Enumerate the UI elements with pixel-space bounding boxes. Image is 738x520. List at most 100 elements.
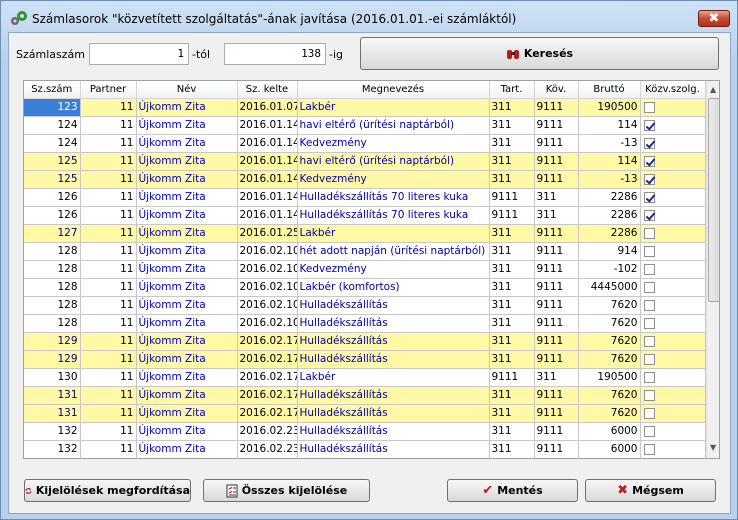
cell-kov: 9111: [534, 224, 579, 243]
invoice-lines-grid[interactable]: Sz.szám Partner Név Sz. kelte Megnevezés Tart…: [23, 80, 720, 459]
table-row[interactable]: 132 11 Újkomm Zita 2016.02.23 Hulladékszállí…: [24, 440, 706, 458]
column-header[interactable]: Köv.: [534, 81, 579, 99]
binoculars-icon: [506, 49, 519, 59]
close-button[interactable]: ✖: [698, 10, 730, 27]
cell-szam: 125: [24, 170, 81, 189]
cell-tart: 311: [489, 422, 535, 441]
cell-megn: Lakbér (komfortos): [297, 278, 490, 297]
column-header[interactable]: Sz. kelte: [237, 81, 298, 99]
service-checkbox[interactable]: [643, 407, 655, 419]
cell-megn: Kedvezmény: [297, 134, 490, 153]
service-checkbox[interactable]: [643, 137, 655, 149]
column-header[interactable]: Tart.: [489, 81, 535, 99]
table-row[interactable]: 128 11 Újkomm Zita 2016.02.10 Hulladékszállí…: [24, 314, 706, 333]
table-row[interactable]: 129 11 Újkomm Zita 2016.02.17 Hulladékszállí…: [24, 332, 706, 351]
service-checkbox[interactable]: [643, 389, 655, 401]
service-checkbox[interactable]: [643, 281, 655, 293]
table-row[interactable]: 128 11 Újkomm Zita 2016.02.10 hét adott napj…: [24, 242, 706, 261]
service-checkbox[interactable]: [643, 299, 655, 311]
cell-kelte: 2016.02.17: [237, 386, 298, 405]
service-checkbox[interactable]: [643, 155, 655, 167]
table-row[interactable]: 125 11 Újkomm Zita 2016.01.14 havi eltérő (ü…: [24, 152, 706, 171]
cell-kov: 9111: [534, 242, 579, 261]
scroll-up-arrow-icon[interactable]: ▲: [710, 85, 716, 94]
service-checkbox[interactable]: [643, 335, 655, 347]
cell-kov: 311: [534, 188, 579, 207]
cell-kov: 9111: [534, 116, 579, 135]
cell-nev: Újkomm Zita: [136, 116, 238, 135]
table-row[interactable]: 123 11 Újkomm Zita 2016.01.07 Lakbér 311 9111 1…: [24, 98, 706, 117]
service-checkbox[interactable]: [643, 227, 655, 239]
invoice-to-input[interactable]: 138: [224, 43, 326, 65]
service-checkbox[interactable]: [643, 209, 655, 221]
cell-brutto: 7620: [578, 314, 641, 333]
cell-kozv-szolg: [640, 386, 706, 405]
table-row[interactable]: 129 11 Újkomm Zita 2016.02.17 Hulladékszállí…: [24, 350, 706, 369]
service-checkbox[interactable]: [643, 353, 655, 365]
scrollbar-thumb[interactable]: [708, 98, 719, 302]
cell-tart: 9111: [489, 368, 535, 387]
service-checkbox[interactable]: [643, 371, 655, 383]
cell-megn: havi eltérő (ürítési naptárból): [297, 152, 490, 171]
cell-tart: 311: [489, 134, 535, 153]
title-bar[interactable]: Számlasorok "közvetített szolgáltatás"-á…: [1, 1, 737, 33]
table-row[interactable]: 132 11 Újkomm Zita 2016.02.23 Hulladékszállí…: [24, 422, 706, 441]
cancel-button[interactable]: ✖ Mégsem: [585, 479, 716, 502]
invert-selection-label: Kijelölések megfordítása: [35, 484, 190, 497]
service-checkbox[interactable]: [643, 317, 655, 329]
cell-nev: Újkomm Zita: [136, 134, 238, 153]
cell-partner: 11: [80, 116, 137, 135]
column-header[interactable]: Név: [136, 81, 238, 99]
column-header[interactable]: Megnevezés: [297, 81, 490, 99]
cell-kov: 9111: [534, 134, 579, 153]
table-row[interactable]: 126 11 Újkomm Zita 2016.01.14 Hulladékszállí…: [24, 206, 706, 225]
table-row[interactable]: 128 11 Újkomm Zita 2016.02.10 Hulladékszállí…: [24, 296, 706, 315]
table-row[interactable]: 131 11 Újkomm Zita 2016.02.17 Hulladékszállí…: [24, 404, 706, 423]
table-row[interactable]: 126 11 Újkomm Zita 2016.01.14 Hulladékszállí…: [24, 188, 706, 207]
refresh-arrows-icon: [25, 487, 32, 494]
table-row[interactable]: 124 11 Újkomm Zita 2016.01.14 Kedvezmény 311 9…: [24, 134, 706, 153]
table-row[interactable]: 130 11 Újkomm Zita 2016.02.17 Lakbér 9111 311 1…: [24, 368, 706, 387]
service-checkbox[interactable]: [643, 425, 655, 437]
cell-kozv-szolg: [640, 134, 706, 153]
table-row[interactable]: 131 11 Újkomm Zita 2016.02.17 Hulladékszállí…: [24, 386, 706, 405]
service-checkbox[interactable]: [643, 191, 655, 203]
cell-brutto: -13: [578, 134, 641, 153]
service-checkbox[interactable]: [643, 443, 655, 455]
invoice-from-input[interactable]: 1: [89, 43, 189, 65]
service-checkbox[interactable]: [643, 173, 655, 185]
invoice-lines-table: Sz.szám Partner Név Sz. kelte Megnevezés Tart…: [24, 81, 706, 458]
column-header[interactable]: Bruttó: [578, 81, 641, 99]
cell-megn: hét adott napján (ürítési naptárból): [297, 242, 490, 261]
invert-selection-button[interactable]: Kijelölések megfordítása: [24, 479, 191, 502]
select-all-button[interactable]: Összes kijelölése: [203, 479, 370, 502]
column-header[interactable]: Sz.szám: [24, 81, 81, 99]
cell-partner: 11: [80, 368, 137, 387]
search-button[interactable]: Keresés: [360, 37, 719, 70]
cell-nev: Újkomm Zita: [136, 440, 238, 458]
cell-megn: Hulladékszállítás: [297, 386, 490, 405]
table-row[interactable]: 128 11 Újkomm Zita 2016.02.10 Lakbér (komfor…: [24, 278, 706, 297]
cell-kozv-szolg: [640, 152, 706, 171]
vertical-scrollbar[interactable]: ▲ ▼: [706, 81, 719, 458]
cell-partner: 11: [80, 260, 137, 279]
table-row[interactable]: 125 11 Újkomm Zita 2016.01.14 Kedvezmény 311 9…: [24, 170, 706, 189]
table-row[interactable]: 127 11 Újkomm Zita 2016.01.25 Lakbér 311 9111 2…: [24, 224, 706, 243]
column-header[interactable]: Közv.szolg.: [640, 81, 706, 99]
window-title: Számlasorok "közvetített szolgáltatás"-á…: [32, 12, 517, 26]
column-header[interactable]: Partner: [80, 81, 137, 99]
cell-brutto: -13: [578, 170, 641, 189]
cell-tart: 311: [489, 278, 535, 297]
service-checkbox[interactable]: [643, 119, 655, 131]
service-checkbox[interactable]: [643, 245, 655, 257]
scroll-down-arrow-icon[interactable]: ▼: [710, 443, 716, 452]
cell-kelte: 2016.02.10: [237, 242, 298, 261]
cell-megn: Hulladékszállítás: [297, 296, 490, 315]
table-row[interactable]: 124 11 Újkomm Zita 2016.01.14 havi eltérő (ü…: [24, 116, 706, 135]
save-button[interactable]: ✔ Mentés: [447, 479, 578, 502]
cell-megn: Kedvezmény: [297, 170, 490, 189]
table-row[interactable]: 128 11 Újkomm Zita 2016.02.10 Kedvezmény 311 9…: [24, 260, 706, 279]
service-checkbox[interactable]: [643, 101, 655, 113]
service-checkbox[interactable]: [643, 263, 655, 275]
cell-kelte: 2016.02.23: [237, 440, 298, 458]
